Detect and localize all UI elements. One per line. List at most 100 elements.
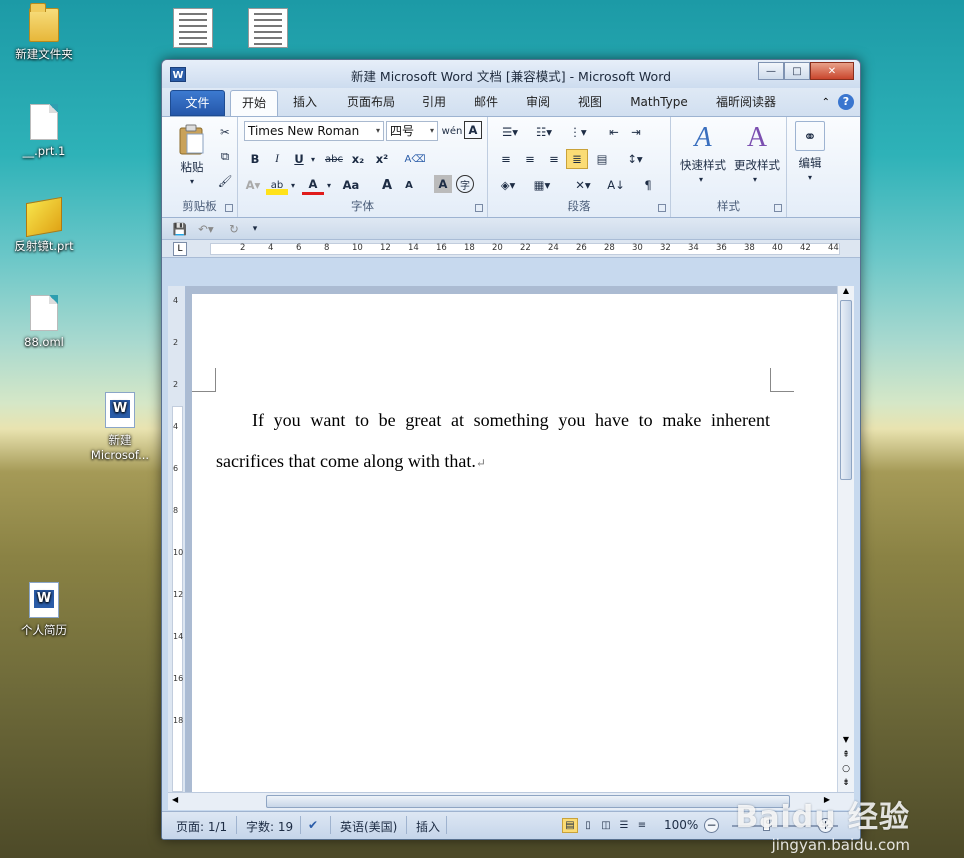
justify-icon[interactable]: ≣ xyxy=(566,149,588,169)
enclose-characters-icon[interactable]: 字 xyxy=(456,175,474,193)
customize-qat-icon[interactable]: ▾ xyxy=(248,221,262,237)
close-button[interactable]: ✕ xyxy=(810,62,854,80)
minimize-button[interactable]: — xyxy=(758,62,784,80)
tab-file[interactable]: 文件 xyxy=(170,90,225,116)
document-page[interactable]: If you want to be great at something you… xyxy=(192,294,837,804)
cut-icon[interactable]: ✂ xyxy=(216,123,234,141)
change-case-button[interactable]: Aa xyxy=(338,175,364,195)
outline-icon[interactable]: ☰ xyxy=(616,818,632,833)
grow-font-button[interactable]: A xyxy=(378,175,396,195)
tab-mailings[interactable]: 邮件 xyxy=(466,90,506,116)
language-indicator[interactable]: 英语(美国) xyxy=(340,818,397,835)
tab-mathtype[interactable]: MathType xyxy=(622,90,696,116)
vertical-scrollbar[interactable]: ▲ ▼ ⇞ ○ ⇟ xyxy=(837,286,854,792)
tab-foxit-reader[interactable]: 福昕阅读器 xyxy=(707,90,785,116)
change-styles-button[interactable]: 更改样式 xyxy=(729,157,785,173)
align-center-icon[interactable]: ≡ xyxy=(520,149,540,169)
paste-button[interactable]: 粘贴 xyxy=(170,159,214,175)
phonetic-guide-icon[interactable]: wén xyxy=(442,121,463,141)
strikethrough-button[interactable]: abc xyxy=(322,149,346,169)
vertical-scroll-thumb[interactable] xyxy=(840,300,852,480)
paragraph-launcher-icon[interactable] xyxy=(658,204,666,212)
tab-page-layout[interactable]: 页面布局 xyxy=(338,90,404,116)
undo-icon[interactable]: ↶▾ xyxy=(194,221,218,237)
styles-launcher-icon[interactable] xyxy=(774,204,782,212)
quick-styles-icon[interactable]: A xyxy=(683,121,723,155)
scroll-left-icon[interactable]: ◀ xyxy=(172,795,178,804)
next-page-icon[interactable]: ⇟ xyxy=(838,778,854,788)
browse-object-icon[interactable]: ○ xyxy=(838,764,854,774)
format-painter-icon[interactable]: 🖌 xyxy=(216,172,234,190)
horizontal-scroll-thumb[interactable] xyxy=(266,795,790,808)
align-left-icon[interactable]: ≡ xyxy=(496,149,516,169)
superscript-button[interactable]: x² xyxy=(372,149,392,169)
underline-button[interactable]: U xyxy=(290,149,308,169)
quick-styles-button[interactable]: 快速样式 xyxy=(673,157,733,173)
editing-button[interactable]: 编辑 xyxy=(789,155,831,171)
show-marks-icon[interactable]: ¶ xyxy=(638,175,658,195)
scroll-down-icon[interactable]: ▼ xyxy=(838,735,854,744)
full-screen-reading-icon[interactable]: ▯ xyxy=(580,818,596,833)
font-size-select[interactable]: 四号 ▾ xyxy=(386,121,438,141)
paste-dropdown-icon[interactable]: ▾ xyxy=(182,177,202,186)
redo-icon[interactable]: ↻ xyxy=(226,221,242,237)
bullets-icon[interactable]: ☰▾ xyxy=(496,123,524,141)
change-styles-dropdown-icon[interactable]: ▾ xyxy=(747,175,763,184)
save-icon[interactable]: 💾 xyxy=(172,221,188,237)
highlight-dropdown-icon[interactable]: ▾ xyxy=(288,175,298,195)
character-border-icon[interactable]: A xyxy=(464,121,482,139)
page-count[interactable]: 页面: 1/1 xyxy=(176,818,227,835)
desktop-icon-new-folder[interactable]: 新建文件夹 xyxy=(4,3,84,62)
distributed-icon[interactable]: ▤ xyxy=(592,149,612,169)
highlight-button[interactable]: ab xyxy=(266,175,288,195)
font-launcher-icon[interactable] xyxy=(475,204,483,212)
font-color-dropdown-icon[interactable]: ▾ xyxy=(324,175,334,195)
clipboard-launcher-icon[interactable] xyxy=(225,204,233,212)
tab-review[interactable]: 审阅 xyxy=(518,90,558,116)
font-color-button[interactable]: A xyxy=(302,175,324,195)
proofing-icon[interactable]: ✔ xyxy=(308,818,318,832)
zoom-level[interactable]: 100% xyxy=(664,818,698,832)
minimize-ribbon-icon[interactable]: ⌃ xyxy=(822,97,830,108)
find-binoculars-icon[interactable]: ⚭ xyxy=(795,121,825,151)
bold-button[interactable]: B xyxy=(246,149,264,169)
tab-home[interactable]: 开始 xyxy=(230,90,278,117)
paste-icon[interactable] xyxy=(172,123,212,157)
tab-references[interactable]: 引用 xyxy=(414,90,454,116)
numbering-icon[interactable]: ☷▾ xyxy=(530,123,558,141)
shading-icon[interactable]: ◈▾ xyxy=(494,175,522,195)
change-styles-icon[interactable]: A xyxy=(737,121,777,155)
print-layout-icon[interactable]: ▤ xyxy=(562,818,578,833)
tab-view[interactable]: 视图 xyxy=(570,90,610,116)
subscript-button[interactable]: x₂ xyxy=(348,149,368,169)
desktop-icon-88oml[interactable]: 88.oml xyxy=(4,295,84,349)
multilevel-list-icon[interactable]: ⋮▾ xyxy=(564,123,592,141)
font-name-select[interactable]: Times New Roman ▾ xyxy=(244,121,384,141)
align-right-icon[interactable]: ≡ xyxy=(544,149,564,169)
draft-icon[interactable]: ≡ xyxy=(634,818,650,833)
vertical-ruler[interactable]: 4 2 2 4 6 8 10 12 14 16 18 xyxy=(168,286,186,792)
title-bar[interactable]: W 新建 Microsoft Word 文档 [兼容模式] - Microsof… xyxy=(162,60,860,88)
clear-formatting-icon[interactable]: A⌫ xyxy=(404,149,426,169)
underline-dropdown-icon[interactable]: ▾ xyxy=(308,149,318,169)
document-thumbnail[interactable] xyxy=(248,8,288,48)
document-thumbnail[interactable] xyxy=(173,8,213,48)
chinese-layout-icon[interactable]: ✕▾ xyxy=(568,175,598,195)
desktop-icon-mirror-prt[interactable]: 反射镜t.prt xyxy=(4,196,84,254)
shrink-font-button[interactable]: A xyxy=(400,175,418,195)
desktop-icon-new-word[interactable]: W 新建 Microsof... xyxy=(80,392,160,462)
text-effects-icon[interactable]: A▾ xyxy=(242,175,264,195)
character-shading-icon[interactable]: A xyxy=(434,175,452,193)
zoom-out-icon[interactable]: − xyxy=(704,818,719,833)
horizontal-ruler[interactable]: L 2 4 6 8 10 12 14 16 18 20 22 24 26 28 30 32 34 36 38 40 42… xyxy=(162,240,860,258)
tab-insert[interactable]: 插入 xyxy=(284,90,326,116)
decrease-indent-icon[interactable]: ⇤ xyxy=(604,123,624,141)
borders-icon[interactable]: ▦▾ xyxy=(528,175,556,195)
editing-dropdown-icon[interactable]: ▾ xyxy=(802,173,818,182)
insert-mode-indicator[interactable]: 插入 xyxy=(416,818,440,835)
document-body[interactable]: If you want to be great at something you… xyxy=(216,400,770,484)
word-count[interactable]: 字数: 19 xyxy=(246,818,293,835)
desktop-icon-resume[interactable]: W 个人简历 xyxy=(4,582,84,638)
help-icon[interactable]: ? xyxy=(838,94,854,110)
line-spacing-icon[interactable]: ↕▾ xyxy=(622,149,648,169)
